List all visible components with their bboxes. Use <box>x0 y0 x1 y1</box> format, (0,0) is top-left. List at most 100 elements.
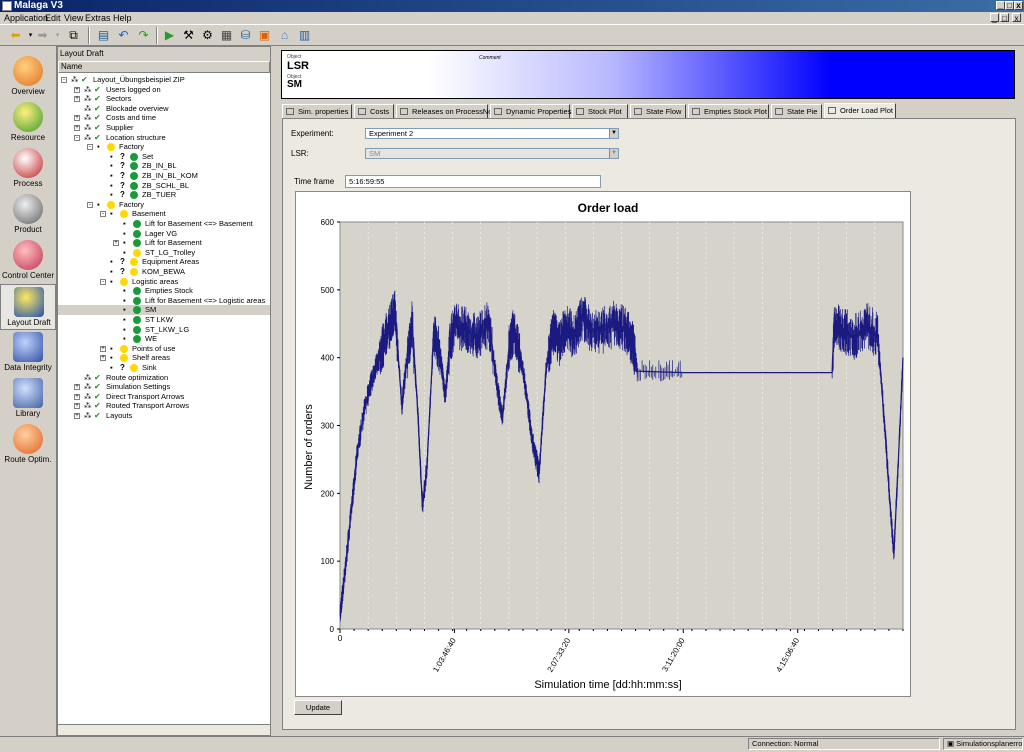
expand-icon[interactable]: + <box>113 240 119 247</box>
tree-row[interactable]: ⁂ ✔ Blockade overview <box>58 104 270 114</box>
table-icon[interactable]: ▦ <box>219 28 234 43</box>
menu-edit[interactable]: Edit <box>45 12 61 24</box>
close-button[interactable]: x <box>1014 1 1023 10</box>
expand-icon[interactable]: + <box>74 86 80 93</box>
collapse-icon[interactable]: - <box>61 77 67 83</box>
menu-application[interactable]: Application <box>4 12 48 24</box>
expand-icon[interactable]: + <box>74 115 80 122</box>
tree-row[interactable]: + ▪ Points of use <box>58 344 270 354</box>
sidebar-item-route-optim[interactable]: Route Optim. <box>0 422 56 468</box>
forward-arrow-icon[interactable]: ➡ <box>35 28 50 43</box>
tree-row[interactable]: ▪ Empties Stock <box>58 286 270 296</box>
tree-row[interactable]: - ▪ Basement <box>58 209 270 219</box>
tree-row[interactable]: ▪? KOM_BEWA <box>58 267 270 277</box>
tree-row[interactable]: - ⁂ ✔ Layout_Übungsbeispiel ZIP <box>58 75 270 85</box>
mdi-close-button[interactable]: x <box>1012 13 1021 23</box>
expand-icon[interactable]: + <box>74 403 80 410</box>
tree-row[interactable]: ▪? ZB_TUER <box>58 190 270 200</box>
tree-row[interactable]: + ⁂ ✔ Routed Transport Arrows <box>58 401 270 411</box>
tree-row[interactable]: ⁂ ✔ Route optimization <box>58 373 270 383</box>
maximize-button[interactable]: □ <box>1005 1 1014 10</box>
xml-export-icon[interactable]: ▣ <box>257 28 272 43</box>
sidebar-item-layout-draft[interactable]: Layout Draft <box>0 284 56 330</box>
expand-icon[interactable]: + <box>74 393 80 400</box>
tree-row[interactable]: ▪? ZB_IN_BL_KOM <box>58 171 270 181</box>
menu-help[interactable]: Help <box>113 12 132 24</box>
expand-icon[interactable]: + <box>100 345 106 352</box>
tree-row[interactable]: ▪ ST_LG_Trolley <box>58 248 270 258</box>
lsr-select[interactable]: SM ▼ <box>365 148 619 159</box>
run-icon[interactable]: ▶ <box>162 28 177 43</box>
tab-dynamic-properties[interactable]: Dynamic Properties <box>490 104 571 118</box>
tab-state-flow[interactable]: State Flow <box>630 104 686 118</box>
tool-icon[interactable]: ⚒ <box>181 28 196 43</box>
tab-releases-on-processnode[interactable]: Releases on ProcessNode <box>396 104 501 118</box>
tab-costs[interactable]: Costs <box>354 104 394 118</box>
timeframe-input[interactable]: 5:16:59:55 <box>345 175 601 188</box>
tree-row[interactable]: ▪ ST LKW <box>58 315 270 325</box>
column-header-name[interactable]: Name <box>58 61 270 73</box>
chevron-down-icon[interactable]: ▼ <box>609 129 618 138</box>
tree-row[interactable]: + ⁂ ✔ Sectors <box>58 94 270 104</box>
collapse-icon[interactable]: - <box>100 211 106 218</box>
tree-row[interactable]: ▪ SM <box>58 305 270 316</box>
minimize-button[interactable]: _ <box>996 1 1005 10</box>
tree-row[interactable]: - ▪ Factory <box>58 200 270 210</box>
collapse-icon[interactable]: - <box>87 201 93 208</box>
expand-icon[interactable]: + <box>74 125 80 131</box>
tree-row[interactable]: ▪? ZB_IN_BL <box>58 161 270 171</box>
tree-row[interactable]: ▪ Lager VG <box>58 229 270 239</box>
report-icon[interactable]: ▥ <box>297 28 312 43</box>
tab-stock-plot[interactable]: Stock Plot <box>572 104 628 118</box>
tree-row[interactable]: ▪? ZB_SCHL_BL <box>58 181 270 191</box>
horizontal-scrollbar[interactable] <box>58 724 270 735</box>
tree-row[interactable]: + ⁂ ✔ Supplier <box>58 123 270 133</box>
sidebar-item-control-center[interactable]: Control Center <box>0 238 56 284</box>
menu-view[interactable]: View <box>64 12 83 24</box>
tab-order-load-plot[interactable]: Order Load Plot <box>824 103 896 119</box>
fork-icon[interactable]: ⚙ <box>200 28 215 43</box>
sidebar-item-overview[interactable]: Overview <box>0 54 56 100</box>
menu-extras[interactable]: Extras <box>85 12 111 24</box>
sidebar-item-data-integrity[interactable]: Data Integrity <box>0 330 56 376</box>
experiment-select[interactable]: Experiment 2 ▼ <box>365 128 619 139</box>
database-icon[interactable]: ⛁ <box>238 28 253 43</box>
tree-row[interactable]: + ⁂ ✔ Simulation Settings <box>58 382 270 392</box>
tree-row[interactable]: ▪ Lift for Basement <=> Basement <box>58 219 270 229</box>
tree-row[interactable]: + ▪ Shelf areas <box>58 353 270 363</box>
mdi-restore-button[interactable]: □ <box>1000 13 1009 23</box>
tree-row[interactable]: + ▪ Lift for Basement <box>58 238 270 248</box>
open-window-icon[interactable]: ⧉ <box>66 28 81 43</box>
tree-row[interactable]: - ⁂ ✔ Location structure <box>58 133 270 143</box>
update-button[interactable]: Update <box>294 700 342 715</box>
expand-icon[interactable]: + <box>74 413 80 419</box>
tab-state-pie[interactable]: State Pie <box>771 104 822 118</box>
back-arrow-icon[interactable]: ⬅ <box>8 28 23 43</box>
forward-dropdown-icon[interactable]: ▾ <box>50 28 65 43</box>
tree-row[interactable]: ▪ Lift for Basement <=> Logistic areas <box>58 296 270 306</box>
tab-sim-properties[interactable]: Sim. properties <box>282 104 352 118</box>
collapse-icon[interactable]: - <box>100 278 106 285</box>
tree-row[interactable]: + ⁂ ✔ Costs and time <box>58 113 270 123</box>
tree-row[interactable]: - ▪ Logistic areas <box>58 277 270 287</box>
redo-icon[interactable]: ↷ <box>136 28 151 43</box>
tree-row[interactable]: + ⁂ ✔ Users logged on <box>58 85 270 95</box>
tree-row[interactable]: ▪? Sink <box>58 363 270 373</box>
chevron-down-icon[interactable]: ▼ <box>609 149 618 158</box>
sidebar-item-process[interactable]: Process <box>0 146 56 192</box>
layout-icon[interactable]: ▤ <box>96 28 111 43</box>
expand-icon[interactable]: + <box>74 96 80 103</box>
sidebar-item-library[interactable]: Library <box>0 376 56 422</box>
storage-icon[interactable]: ⌂ <box>277 28 292 43</box>
expand-icon[interactable]: + <box>100 355 106 362</box>
expand-icon[interactable]: + <box>74 384 80 391</box>
tree-row[interactable]: ▪? Equipment Areas <box>58 257 270 267</box>
collapse-icon[interactable]: - <box>87 144 93 151</box>
tree-row[interactable]: ▪ ST_LKW_LG <box>58 325 270 335</box>
undo-icon[interactable]: ↶ <box>116 28 131 43</box>
tree-row[interactable]: + ⁂ ✔ Direct Transport Arrows <box>58 392 270 402</box>
tree-row[interactable]: ▪ WE <box>58 334 270 344</box>
sidebar-item-product[interactable]: Product <box>0 192 56 238</box>
panel-splitter[interactable] <box>272 46 278 736</box>
collapse-icon[interactable]: - <box>74 134 80 141</box>
